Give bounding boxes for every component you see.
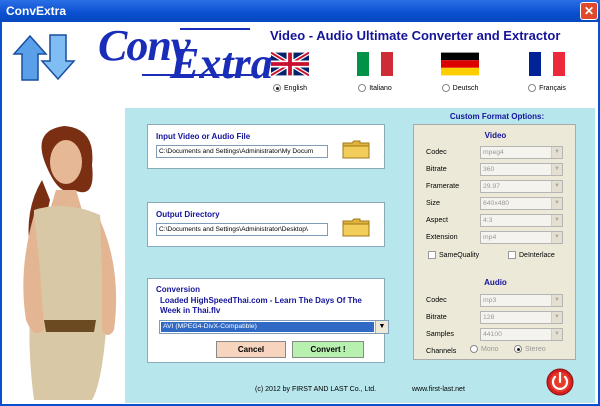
lang-label: Italiano bbox=[369, 84, 392, 92]
audio-bitrate-label: Bitrate bbox=[426, 312, 447, 321]
chevron-down-icon: ▼ bbox=[551, 181, 562, 192]
size-label: Size bbox=[426, 198, 440, 207]
input-section: Input Video or Audio File C:\Documents a… bbox=[147, 124, 385, 169]
video-heading: Video bbox=[484, 131, 507, 140]
radio-english[interactable] bbox=[273, 84, 282, 92]
chevron-down-icon: ▼ bbox=[551, 312, 562, 323]
deinterlace-label: DeInterlace bbox=[519, 251, 555, 259]
close-icon[interactable]: ✕ bbox=[580, 2, 598, 20]
lang-deutsch[interactable]: Deutsch bbox=[425, 52, 495, 92]
aspect-label: Aspect bbox=[426, 215, 448, 224]
same-quality-label: SameQuality bbox=[439, 251, 480, 259]
chevron-down-icon: ▼ bbox=[551, 295, 562, 306]
refresh-arrows-icon bbox=[12, 34, 76, 81]
audio-codec-select[interactable]: mp3 ▼ bbox=[480, 294, 563, 307]
chevron-down-icon[interactable]: ▼ bbox=[375, 321, 388, 333]
lang-francais[interactable]: Français bbox=[512, 52, 582, 92]
output-path-field[interactable]: C:\Documents and Settings\Administrator\… bbox=[156, 223, 328, 236]
chevron-down-icon: ▼ bbox=[551, 215, 562, 226]
extension-label: Extension bbox=[426, 232, 458, 241]
chevron-down-icon: ▼ bbox=[551, 232, 562, 243]
aspect-select[interactable]: 4:3 ▼ bbox=[480, 214, 563, 227]
framerate-select[interactable]: 29.97 ▼ bbox=[480, 180, 563, 193]
lang-label: Français bbox=[539, 84, 566, 92]
copyright-text: (c) 2012 by FIRST AND LAST Co., Ltd. bbox=[255, 386, 377, 393]
stereo-label: Stereo bbox=[525, 345, 546, 353]
audio-codec-label: Codec bbox=[426, 295, 447, 304]
custom-options-panel: Video Codec mpeg4 ▼ Bitrate 360 ▼ Framerat… bbox=[413, 124, 576, 360]
input-title: Input Video or Audio File bbox=[156, 132, 251, 141]
conversion-status: Loaded HighSpeedThai.com - Learn The Day… bbox=[160, 296, 362, 315]
radio-deutsch[interactable] bbox=[441, 84, 450, 92]
format-dropdown[interactable]: AVI (MPEG4-DivX-Compatible) ▼ bbox=[159, 320, 389, 334]
lang-english[interactable]: English bbox=[255, 50, 325, 92]
same-quality-checkbox[interactable]: SameQuality bbox=[428, 251, 479, 259]
chevron-down-icon: ▼ bbox=[551, 198, 562, 209]
folder-icon[interactable] bbox=[342, 217, 370, 237]
chevron-down-icon: ▼ bbox=[551, 164, 562, 175]
input-path-field[interactable]: C:\Documents and Settings\Administrator\… bbox=[156, 145, 328, 158]
chevron-down-icon: ▼ bbox=[551, 147, 562, 158]
audio-bitrate-select[interactable]: 128 ▼ bbox=[480, 311, 563, 324]
custom-options-title: Custom Format Options: bbox=[449, 112, 545, 121]
channels-label: Channels bbox=[426, 346, 457, 355]
convextra-logo: Conv Extra bbox=[90, 20, 273, 88]
size-select[interactable]: 640x480 ▼ bbox=[480, 197, 563, 210]
video-bitrate-label: Bitrate bbox=[426, 164, 447, 173]
video-codec-select[interactable]: mpeg4 ▼ bbox=[480, 146, 563, 159]
mono-radio[interactable]: Mono bbox=[470, 345, 499, 353]
mono-label: Mono bbox=[481, 345, 499, 353]
germany-flag-icon bbox=[441, 52, 479, 76]
france-flag-icon bbox=[529, 52, 565, 76]
samples-select[interactable]: 44100 ▼ bbox=[480, 328, 563, 341]
cancel-button[interactable]: Cancel bbox=[216, 341, 286, 358]
radio-francais[interactable] bbox=[528, 84, 537, 92]
output-section: Output Directory C:\Documents and Settin… bbox=[147, 202, 385, 247]
audio-heading: Audio bbox=[484, 278, 507, 287]
convert-button[interactable]: Convert ! bbox=[292, 341, 364, 358]
format-value: AVI (MPEG4-DivX-Compatible) bbox=[161, 322, 374, 332]
video-codec-label: Codec bbox=[426, 147, 447, 156]
video-bitrate-select[interactable]: 360 ▼ bbox=[480, 163, 563, 176]
output-title: Output Directory bbox=[156, 210, 220, 219]
window-title: ConvExtra bbox=[6, 4, 67, 18]
uk-flag-icon bbox=[269, 50, 311, 78]
chevron-down-icon: ▼ bbox=[551, 329, 562, 340]
title-bar: ConvExtra ✕ bbox=[0, 0, 600, 22]
app-heading: Video - Audio Ultimate Converter and Ext… bbox=[270, 28, 561, 43]
radio-italiano[interactable] bbox=[358, 84, 367, 92]
deinterlace-checkbox[interactable]: DeInterlace bbox=[508, 251, 555, 259]
lang-italiano[interactable]: Italiano bbox=[340, 52, 410, 92]
conversion-title: Conversion bbox=[156, 285, 201, 294]
stereo-radio[interactable]: Stereo bbox=[514, 345, 546, 353]
model-illustration bbox=[23, 126, 117, 400]
folder-icon[interactable] bbox=[342, 139, 370, 159]
samples-label: Samples bbox=[426, 329, 454, 338]
lang-label: Deutsch bbox=[452, 84, 479, 92]
conversion-section: Conversion Loaded HighSpeedThai.com - Le… bbox=[147, 278, 389, 363]
extension-select[interactable]: mp4 ▼ bbox=[480, 231, 563, 244]
italy-flag-icon bbox=[357, 52, 393, 76]
website-link[interactable]: www.first-last.net bbox=[412, 386, 465, 393]
lang-label: English bbox=[284, 84, 307, 92]
power-icon[interactable] bbox=[545, 367, 575, 397]
framerate-label: Framerate bbox=[426, 181, 460, 190]
